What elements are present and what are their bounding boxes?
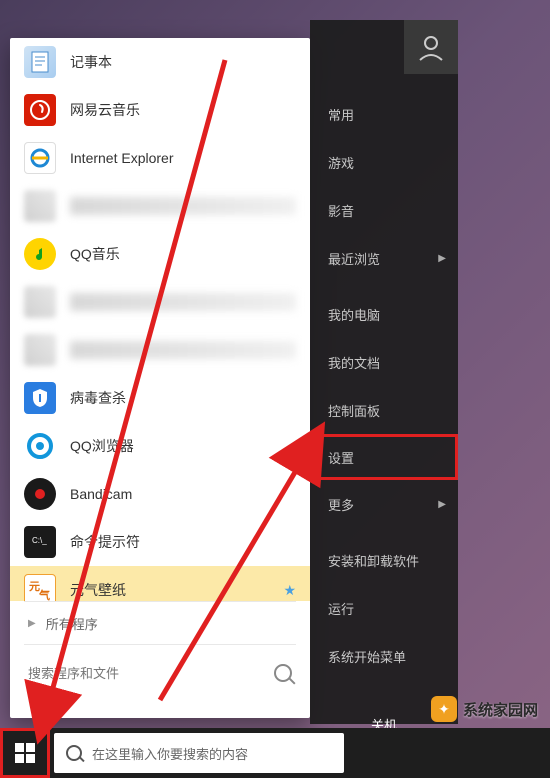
chevron-right-icon: ▶ bbox=[438, 499, 446, 510]
triangle-right-icon: ▶ bbox=[28, 618, 36, 629]
yuanqi-icon: 元气 bbox=[24, 574, 56, 601]
right-panel-items: 常用 游戏 影音 最近浏览 ▶ 我的电脑 我的文档 控制面板 设置 更多 ▶ 安装和… bbox=[310, 20, 458, 748]
right-item-more[interactable]: 更多 ▶ bbox=[310, 480, 458, 528]
qq-music-icon bbox=[24, 238, 56, 270]
program-label: 病毒查杀 bbox=[70, 388, 126, 408]
right-item-games[interactable]: 游戏 bbox=[310, 138, 458, 186]
program-item-yuanqi[interactable]: 元气 元气壁纸 ★ bbox=[10, 566, 310, 601]
blurred-icon bbox=[24, 286, 56, 318]
program-label: Bandicam bbox=[70, 486, 132, 502]
program-item-ie[interactable]: Internet Explorer bbox=[10, 134, 310, 182]
program-label: Internet Explorer bbox=[70, 150, 174, 166]
right-item-label: 设置 bbox=[328, 448, 354, 467]
program-item-bandicam[interactable]: Bandicam bbox=[10, 470, 310, 518]
bandicam-icon bbox=[24, 478, 56, 510]
blurred-label bbox=[70, 293, 296, 311]
blurred-icon bbox=[24, 190, 56, 222]
ie-icon bbox=[24, 142, 56, 174]
taskbar-search-placeholder: 在这里输入你要搜索的内容 bbox=[92, 744, 248, 763]
blurred-label bbox=[70, 197, 296, 215]
right-item-install-uninstall[interactable]: 安装和卸载软件 bbox=[310, 536, 458, 584]
notepad-icon bbox=[24, 46, 56, 78]
program-label: 元气壁纸 bbox=[70, 580, 126, 600]
windows-logo-icon bbox=[13, 741, 37, 765]
search-icon bbox=[274, 664, 292, 682]
start-menu-search[interactable] bbox=[10, 645, 310, 701]
right-item-run[interactable]: 运行 bbox=[310, 584, 458, 632]
right-item-system-start[interactable]: 系统开始菜单 bbox=[310, 632, 458, 680]
star-icon[interactable]: ★ bbox=[283, 582, 296, 599]
right-item-settings[interactable]: 设置 bbox=[310, 434, 458, 480]
right-item-label: 我的文档 bbox=[328, 353, 380, 372]
user-account-button[interactable] bbox=[404, 20, 458, 74]
user-icon bbox=[416, 32, 446, 62]
program-item-blurred[interactable] bbox=[10, 182, 310, 230]
program-item-notepad[interactable]: 记事本 bbox=[10, 38, 310, 86]
start-button[interactable] bbox=[0, 728, 50, 778]
svg-text:C:\_: C:\_ bbox=[32, 536, 47, 545]
program-item-cmd[interactable]: C:\_ 命令提示符 bbox=[10, 518, 310, 566]
start-menu-right-panel: 常用 游戏 影音 最近浏览 ▶ 我的电脑 我的文档 控制面板 设置 更多 ▶ 安装和… bbox=[310, 20, 458, 724]
right-item-label: 最近浏览 bbox=[328, 249, 380, 268]
program-item-antivirus[interactable]: 病毒查杀 bbox=[10, 374, 310, 422]
right-item-label: 影音 bbox=[328, 201, 354, 220]
program-label: 命令提示符 bbox=[70, 532, 140, 552]
program-item-netease-music[interactable]: 网易云音乐 bbox=[10, 86, 310, 134]
blurred-label bbox=[70, 341, 296, 359]
start-menu-left-panel: 记事本 网易云音乐 Internet Explorer QQ音乐 bbox=[10, 38, 310, 718]
right-item-my-documents[interactable]: 我的文档 bbox=[310, 338, 458, 386]
right-item-my-computer[interactable]: 我的电脑 bbox=[310, 290, 458, 338]
shield-icon bbox=[24, 382, 56, 414]
right-item-label: 运行 bbox=[328, 599, 354, 618]
program-item-qq-music[interactable]: QQ音乐 bbox=[10, 230, 310, 278]
program-label: QQ浏览器 bbox=[70, 436, 134, 456]
program-item-qq-browser[interactable]: QQ浏览器 bbox=[10, 422, 310, 470]
chevron-right-icon: ▶ bbox=[438, 253, 446, 264]
taskbar: 在这里输入你要搜索的内容 bbox=[0, 728, 550, 778]
qq-browser-icon bbox=[24, 430, 56, 462]
program-label: 记事本 bbox=[70, 52, 112, 72]
right-item-label: 常用 bbox=[328, 105, 354, 124]
all-programs-button[interactable]: ▶ 所有程序 bbox=[10, 602, 310, 644]
watermark: ✦ 系统家园网 bbox=[431, 696, 538, 722]
program-item-blurred[interactable] bbox=[10, 278, 310, 326]
svg-text:气: 气 bbox=[38, 588, 50, 601]
right-item-label: 系统开始菜单 bbox=[328, 647, 406, 666]
watermark-logo-icon: ✦ bbox=[431, 696, 457, 722]
all-programs-label: 所有程序 bbox=[46, 614, 98, 633]
right-item-label: 控制面板 bbox=[328, 401, 380, 420]
program-item-blurred[interactable] bbox=[10, 326, 310, 374]
search-input[interactable] bbox=[28, 666, 274, 681]
netease-music-icon bbox=[24, 94, 56, 126]
blurred-icon bbox=[24, 334, 56, 366]
right-item-label: 我的电脑 bbox=[328, 305, 380, 324]
watermark-text: 系统家园网 bbox=[463, 699, 538, 720]
program-list: 记事本 网易云音乐 Internet Explorer QQ音乐 bbox=[10, 38, 310, 601]
right-item-recent[interactable]: 最近浏览 ▶ bbox=[310, 234, 458, 282]
right-item-label: 更多 bbox=[328, 495, 354, 514]
cmd-icon: C:\_ bbox=[24, 526, 56, 558]
right-item-media[interactable]: 影音 bbox=[310, 186, 458, 234]
separator bbox=[310, 282, 458, 290]
right-item-control-panel[interactable]: 控制面板 bbox=[310, 386, 458, 434]
separator bbox=[310, 528, 458, 536]
right-item-label: 游戏 bbox=[328, 153, 354, 172]
right-item-label: 安装和卸载软件 bbox=[328, 551, 419, 570]
program-label: 网易云音乐 bbox=[70, 100, 140, 120]
taskbar-search[interactable]: 在这里输入你要搜索的内容 bbox=[54, 733, 344, 773]
right-item-frequent[interactable]: 常用 bbox=[310, 90, 458, 138]
program-label: QQ音乐 bbox=[70, 244, 120, 264]
search-icon bbox=[66, 745, 82, 761]
